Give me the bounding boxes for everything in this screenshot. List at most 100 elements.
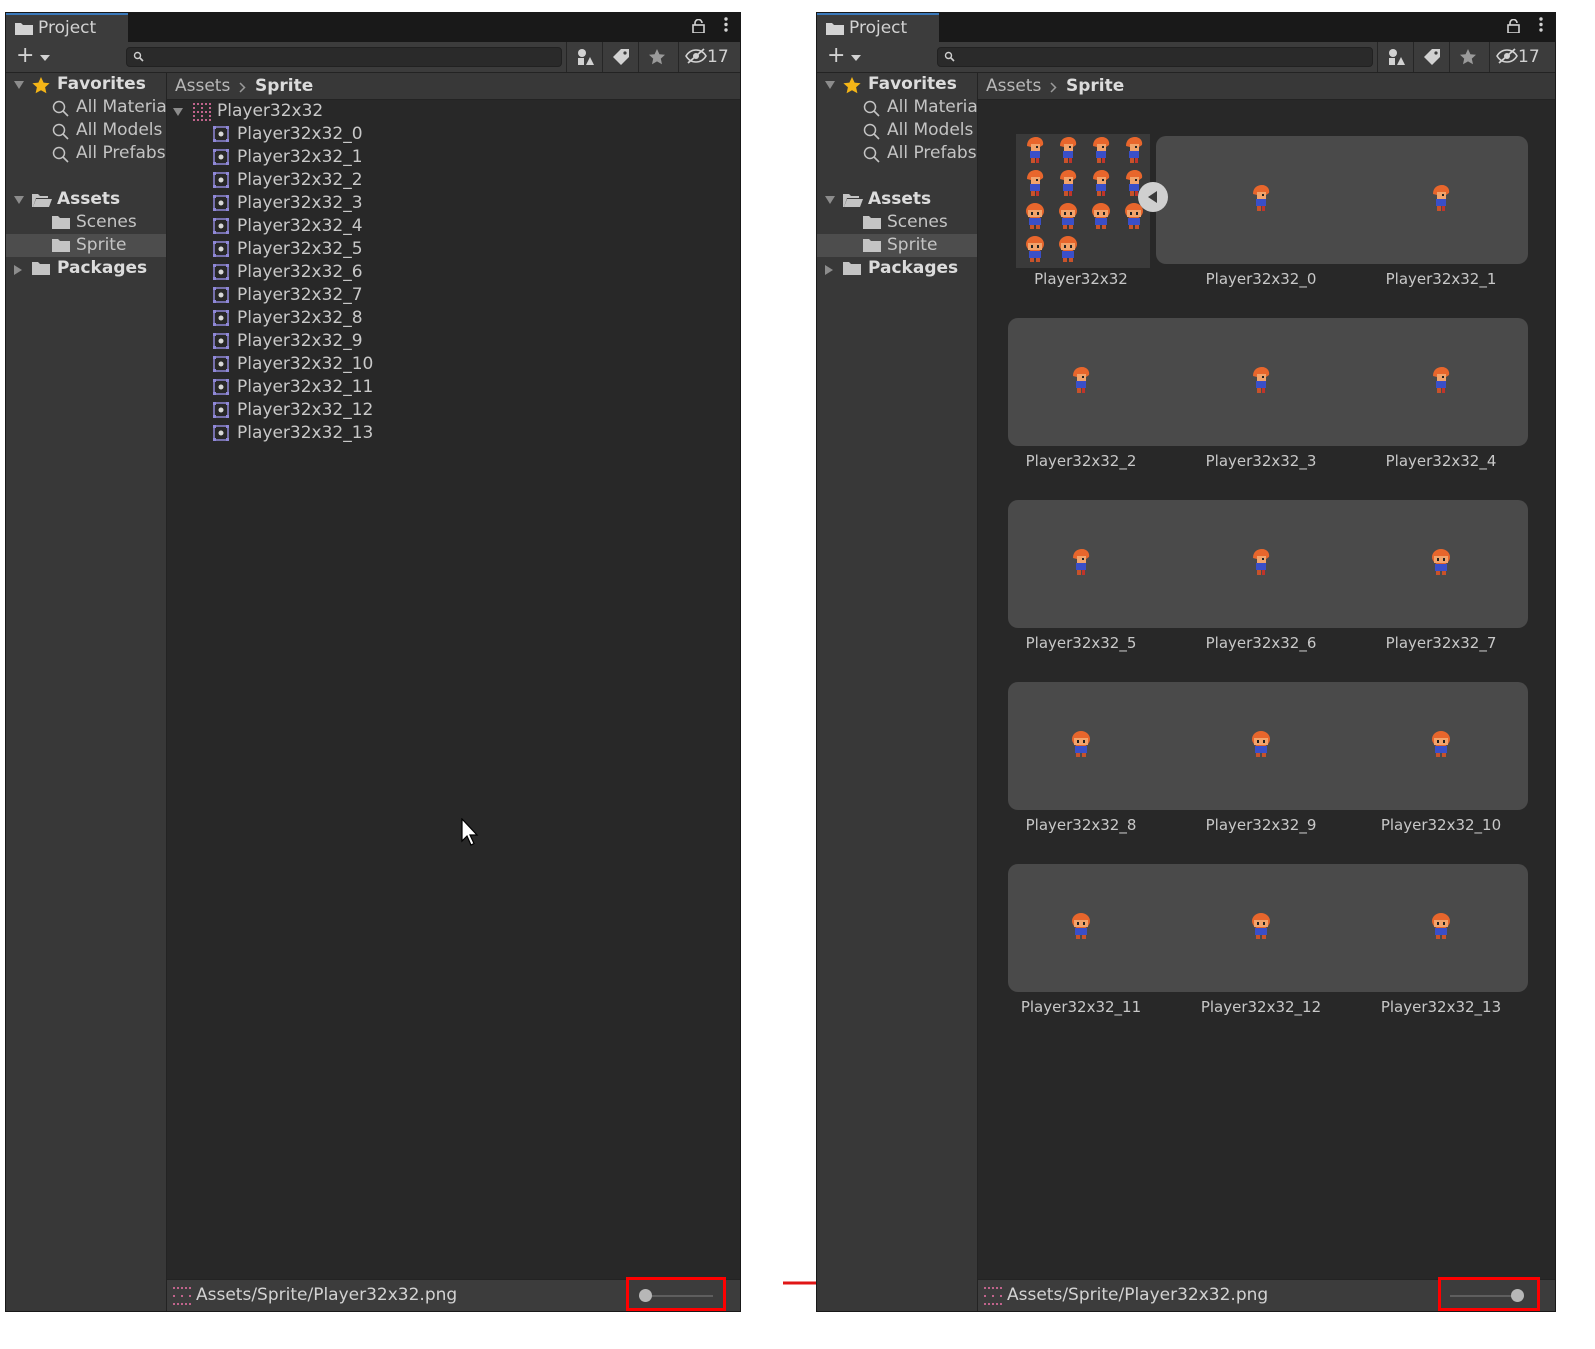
kebab-menu-icon[interactable] bbox=[724, 17, 728, 32]
folder-icon bbox=[863, 216, 881, 229]
breadcrumb-assets[interactable]: Assets bbox=[986, 73, 1041, 99]
search-by-type-button[interactable] bbox=[1377, 42, 1413, 72]
sprite-icon bbox=[213, 195, 229, 211]
character-sprite-icon bbox=[1253, 549, 1270, 575]
folder-label: Sprite bbox=[887, 235, 938, 255]
asset-label: Player32x32_5 bbox=[237, 239, 363, 259]
grid-item-sprite[interactable]: Player32x32_10 bbox=[1351, 646, 1531, 834]
search-icon bbox=[52, 100, 69, 117]
favorites-label: Favorites bbox=[57, 74, 146, 94]
tab-bar: Project bbox=[6, 13, 740, 42]
expanded-triangle-icon[interactable] bbox=[173, 108, 183, 116]
folder-icon bbox=[52, 239, 70, 252]
eye-slash-icon bbox=[685, 48, 707, 64]
grid-item-sprite[interactable]: Player32x32_8 bbox=[991, 646, 1171, 834]
folder-icon bbox=[32, 262, 50, 275]
asset-label: Player32x32_8 bbox=[237, 308, 363, 328]
folder-sprite[interactable]: Sprite bbox=[817, 234, 977, 257]
tab-project[interactable]: Project bbox=[6, 13, 128, 42]
chevron-right-icon bbox=[1050, 82, 1057, 93]
grid-item-sprite[interactable]: Player32x32_5 bbox=[991, 464, 1171, 652]
grid-item-sprite[interactable]: Player32x32_0 bbox=[1171, 100, 1351, 288]
packages-folder[interactable]: Packages bbox=[6, 257, 166, 280]
character-sprite-icon bbox=[1432, 913, 1450, 939]
asset-list: Player32x32 Player32x32_0 Player32x32_1 Pl… bbox=[167, 100, 740, 1280]
folder-icon bbox=[52, 216, 70, 229]
open-folder-icon bbox=[32, 194, 52, 207]
favorite-label: All Prefabs bbox=[76, 143, 166, 163]
search-input[interactable] bbox=[937, 47, 1373, 67]
save-search-button[interactable] bbox=[1449, 42, 1485, 72]
create-button[interactable]: + bbox=[16, 45, 58, 69]
lock-icon[interactable] bbox=[691, 19, 705, 33]
search-by-type-button[interactable] bbox=[566, 42, 602, 72]
grid-item-sprite[interactable]: Player32x32_13 bbox=[1351, 828, 1531, 1016]
character-sprite-icon bbox=[1073, 367, 1090, 393]
search-by-label-button[interactable] bbox=[602, 42, 638, 72]
folder-scenes[interactable]: Scenes bbox=[817, 211, 977, 234]
favorite-item[interactable]: All Models bbox=[6, 119, 166, 142]
collapsed-triangle-icon bbox=[14, 265, 22, 275]
grid-item-sprite[interactable]: Player32x32_6 bbox=[1171, 464, 1351, 652]
sprite-icon bbox=[213, 264, 229, 280]
grid-item-sprite[interactable]: Player32x32_2 bbox=[991, 282, 1171, 470]
tab-project[interactable]: Project bbox=[817, 13, 939, 42]
kebab-menu-icon[interactable] bbox=[1539, 17, 1543, 32]
eye-slash-icon bbox=[1496, 48, 1518, 64]
asset-label: Player32x32_0 bbox=[237, 124, 363, 144]
grid-item-sprite[interactable]: Player32x32_11 bbox=[991, 828, 1171, 1016]
grid-item-sprite[interactable]: Player32x32_9 bbox=[1171, 646, 1351, 834]
hidden-packages-toggle[interactable]: 17 bbox=[678, 42, 740, 72]
search-by-label-button[interactable] bbox=[1413, 42, 1449, 72]
sprite-icon bbox=[213, 310, 229, 326]
search-icon bbox=[133, 51, 144, 62]
favorites-header[interactable]: Favorites bbox=[817, 73, 977, 96]
breadcrumb-assets[interactable]: Assets bbox=[175, 73, 230, 99]
packages-label: Packages bbox=[868, 258, 959, 278]
grid-item-sprite[interactable]: Player32x32_7 bbox=[1351, 464, 1531, 652]
favorite-item[interactable]: All Materials bbox=[6, 96, 166, 119]
folder-icon bbox=[843, 262, 861, 275]
favorite-item[interactable]: All Models bbox=[817, 119, 977, 142]
assets-label: Assets bbox=[57, 189, 121, 209]
grid-item-sprite[interactable]: Player32x32_4 bbox=[1351, 282, 1531, 470]
grid-item-sprite[interactable]: Player32x32_3 bbox=[1171, 282, 1351, 470]
asset-label: Player32x32_11 bbox=[1020, 998, 1142, 1016]
grid-item-sprite[interactable]: Player32x32_1 bbox=[1351, 100, 1531, 288]
favorite-label: All Models bbox=[76, 120, 163, 140]
packages-folder[interactable]: Packages bbox=[817, 257, 977, 280]
grid-item-parent[interactable]: Player32x32 bbox=[991, 100, 1171, 288]
sprite-icon bbox=[213, 149, 229, 165]
search-input[interactable] bbox=[126, 47, 562, 67]
assets-folder[interactable]: Assets bbox=[6, 188, 166, 211]
favorite-item[interactable]: All Materials bbox=[817, 96, 977, 119]
star-icon bbox=[1460, 49, 1476, 65]
sprite-icon bbox=[213, 402, 229, 418]
star-icon bbox=[32, 77, 50, 94]
sprite-icon bbox=[213, 126, 229, 142]
favorites-header[interactable]: Favorites bbox=[6, 73, 166, 96]
favorite-item[interactable]: All Prefabs bbox=[817, 142, 977, 165]
label-icon bbox=[613, 49, 629, 65]
grid-item-sprite[interactable]: Player32x32_12 bbox=[1171, 828, 1351, 1016]
character-sprite-icon bbox=[1072, 913, 1090, 939]
breadcrumb-sprite[interactable]: Sprite bbox=[255, 73, 313, 99]
breadcrumb-sprite[interactable]: Sprite bbox=[1066, 73, 1124, 99]
toolbar: + 17 bbox=[6, 42, 740, 73]
lock-icon[interactable] bbox=[1506, 19, 1520, 33]
chevron-down-icon bbox=[851, 55, 861, 61]
favorite-item[interactable]: All Prefabs bbox=[6, 142, 166, 165]
star-icon bbox=[649, 49, 665, 65]
tab-label: Project bbox=[849, 18, 908, 38]
packages-label: Packages bbox=[57, 258, 148, 278]
folder-scenes[interactable]: Scenes bbox=[6, 211, 166, 234]
breadcrumb: Assets Sprite bbox=[167, 73, 740, 100]
assets-folder[interactable]: Assets bbox=[817, 188, 977, 211]
sprite-icon bbox=[213, 172, 229, 188]
folder-label: Scenes bbox=[887, 212, 948, 232]
hidden-packages-toggle[interactable]: 17 bbox=[1489, 42, 1555, 72]
save-search-button[interactable] bbox=[638, 42, 674, 72]
asset-label: Player32x32_2 bbox=[237, 170, 363, 190]
folder-sprite[interactable]: Sprite bbox=[6, 234, 166, 257]
create-button[interactable]: + bbox=[827, 45, 869, 69]
